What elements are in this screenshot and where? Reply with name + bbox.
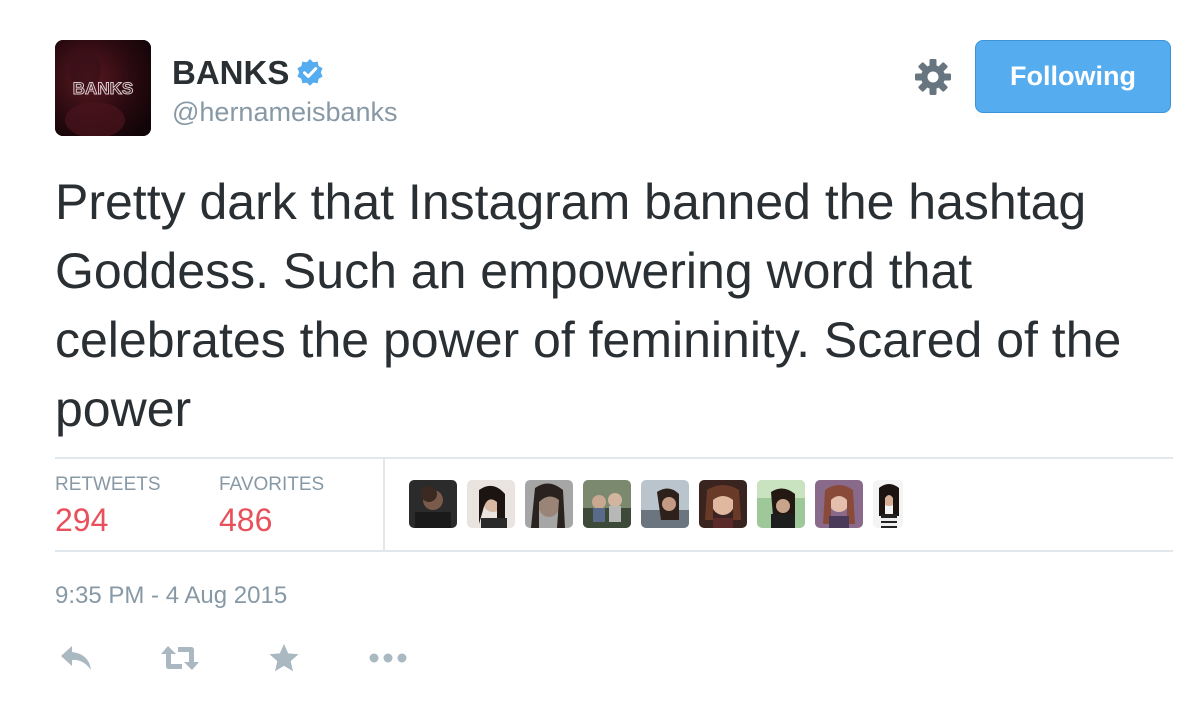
display-name[interactable]: BANKS (172, 54, 289, 92)
favorite-button[interactable] (263, 640, 305, 676)
stats-divider-top (55, 457, 1173, 459)
favoriter-avatar[interactable] (873, 480, 903, 528)
retweet-button[interactable] (159, 640, 201, 676)
following-button[interactable]: Following (975, 40, 1171, 113)
favoriter-avatar[interactable] (525, 480, 573, 528)
favoriter-avatar[interactable] (467, 480, 515, 528)
favoriter-avatar[interactable] (583, 480, 631, 528)
retweets-count: 294 (55, 502, 109, 538)
favoriter-avatar[interactable] (757, 480, 805, 528)
stats-divider-bottom (55, 550, 1173, 552)
more-dots-icon (368, 652, 408, 664)
favoriter-avatar[interactable] (699, 480, 747, 528)
user-handle[interactable]: @hernameisbanks (172, 97, 398, 128)
favoriter-avatar[interactable] (409, 480, 457, 528)
favoriter-avatar[interactable] (641, 480, 689, 528)
retweet-icon (160, 644, 200, 672)
gear-icon[interactable] (914, 58, 952, 96)
stats-vertical-divider (383, 459, 385, 550)
favorites-count: 486 (219, 502, 273, 538)
favoriter-avatar[interactable] (815, 480, 863, 528)
tweet-actions (55, 640, 471, 676)
retweets-label: RETWEETS (55, 474, 161, 495)
avatar-logo-text: BANKS (73, 79, 133, 98)
tweet-text: Pretty dark that Instagram banned the ha… (55, 174, 1122, 437)
favoriters-avatars (409, 480, 913, 528)
reply-icon (59, 644, 93, 672)
favorites-label: FAVORITES (219, 474, 325, 495)
verified-badge-icon (295, 58, 325, 88)
reply-button[interactable] (55, 640, 97, 676)
retweets-stat[interactable]: RETWEETS 294 (55, 474, 161, 539)
star-icon (268, 643, 300, 673)
tweet-card: BANKS BANKS @hernameisbanks Following Pr… (0, 0, 1200, 709)
user-name-row[interactable]: BANKS (172, 54, 325, 92)
avatar[interactable]: BANKS (55, 40, 151, 136)
more-button[interactable] (367, 640, 409, 676)
tweet-timestamp[interactable]: 9:35 PM - 4 Aug 2015 (55, 582, 287, 610)
favorites-stat[interactable]: FAVORITES 486 (219, 474, 324, 539)
